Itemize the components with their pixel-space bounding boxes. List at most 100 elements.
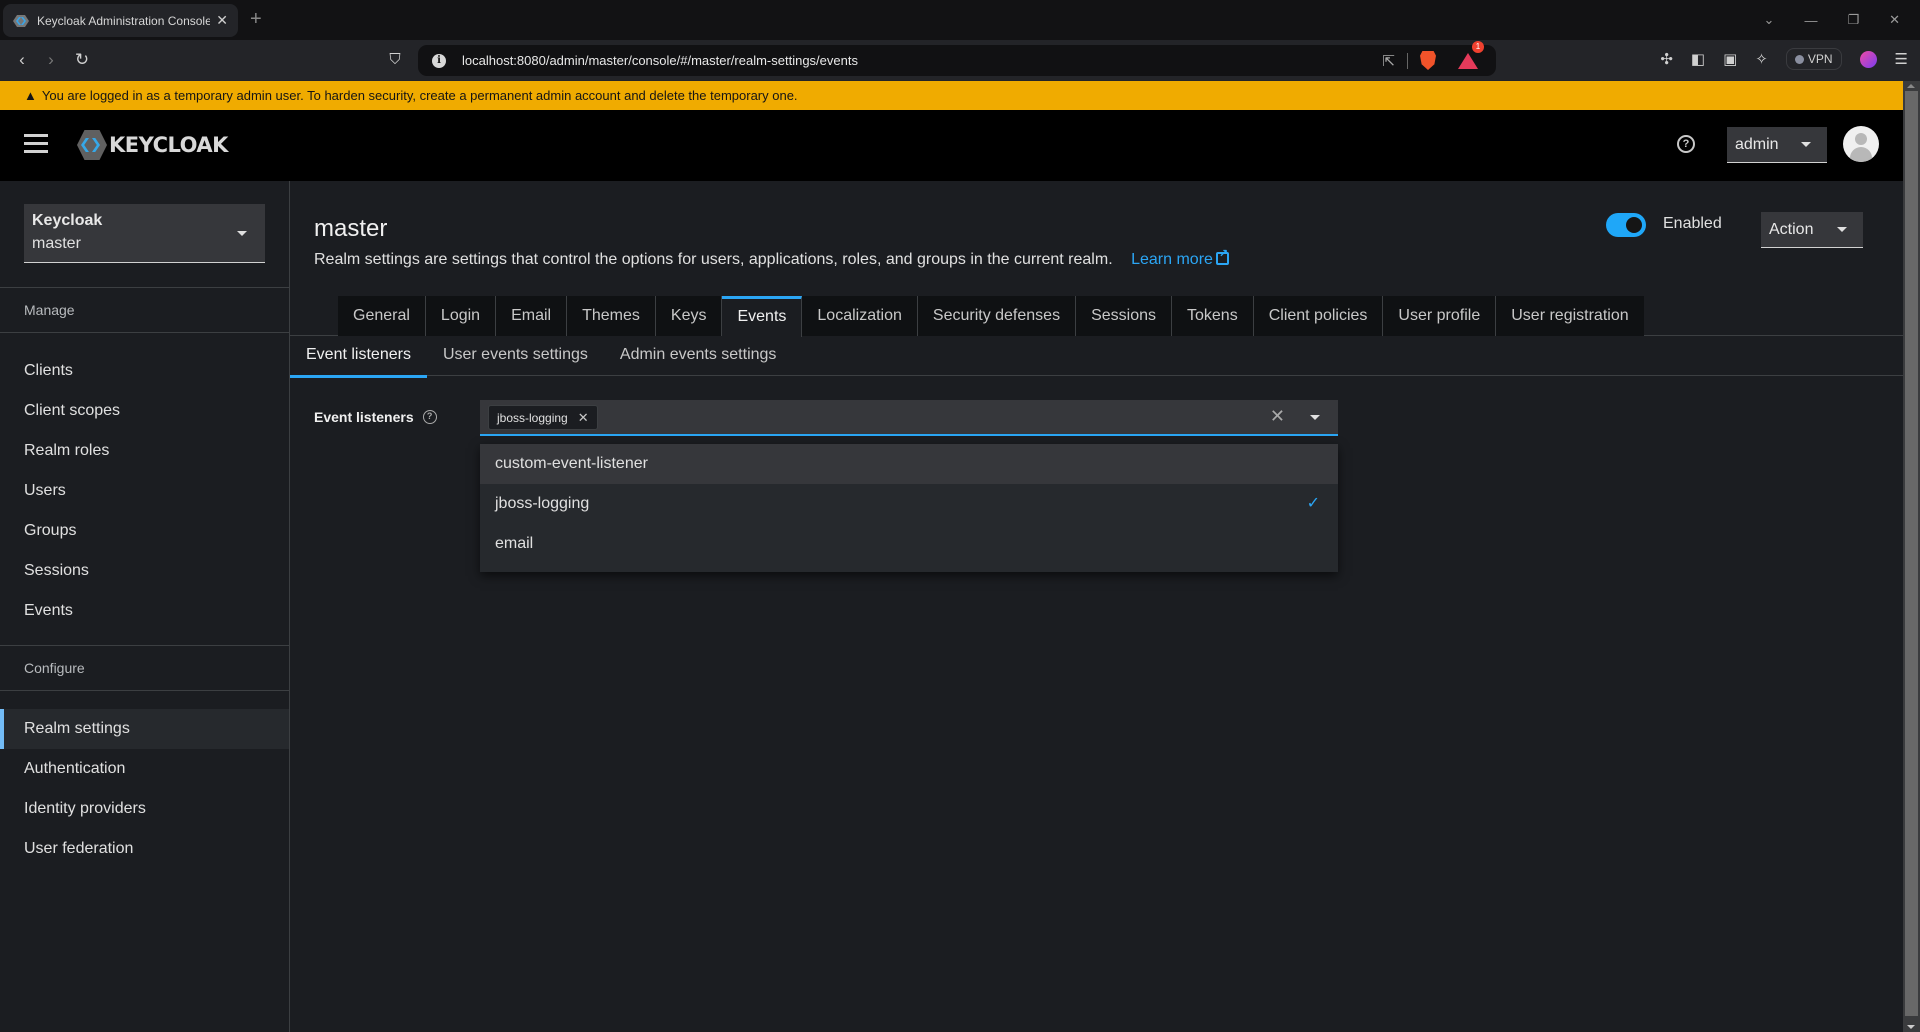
toggle-knob <box>1626 217 1642 233</box>
chevron-down-icon[interactable]: ⌄ <box>1764 12 1775 28</box>
sidebar: Keycloak master Manage Clients Client sc… <box>0 181 290 1032</box>
sidebar-item-groups[interactable]: Groups <box>0 511 289 551</box>
forward-icon[interactable]: › <box>39 48 63 72</box>
profile-icon[interactable] <box>1859 50 1877 68</box>
tab-localization[interactable]: Localization <box>802 296 918 336</box>
tab-themes[interactable]: Themes <box>567 296 656 336</box>
caret-down-icon <box>237 231 247 236</box>
page-title: master <box>314 215 388 242</box>
browser-tab[interactable]: Keycloak Administration Console ✕ <box>3 4 238 37</box>
sidebar-item-user-federation[interactable]: User federation <box>0 829 289 869</box>
brave-shields-icon[interactable] <box>1420 51 1436 70</box>
page-scrollbar[interactable] <box>1903 81 1920 1032</box>
caret-down-icon <box>1837 227 1848 232</box>
tab-tokens[interactable]: Tokens <box>1172 296 1254 336</box>
hamburger-menu-icon[interactable] <box>24 134 48 154</box>
rewards-badge: 1 <box>1472 40 1484 53</box>
remove-chip-icon[interactable]: ✕ <box>578 410 589 426</box>
browser-tab-strip: Keycloak Administration Console ✕ + ⌄ — … <box>0 0 1920 40</box>
description-text: Realm settings are settings that control… <box>314 251 1113 268</box>
event-listeners-options-menu: custom-event-listener jboss-logging ✓ em… <box>480 444 1338 572</box>
tab-sessions[interactable]: Sessions <box>1076 296 1172 336</box>
help-icon[interactable]: ? <box>422 410 437 424</box>
option-custom-event-listener[interactable]: custom-event-listener <box>480 444 1338 484</box>
vpn-status-icon <box>1794 54 1804 64</box>
leo-ai-icon[interactable]: ✧ <box>1755 50 1768 68</box>
tab-user-registration[interactable]: User registration <box>1496 296 1644 336</box>
share-icon[interactable]: ⇱ <box>1382 52 1395 70</box>
plus-icon[interactable]: + <box>250 8 262 31</box>
warning-triangle-icon: ▲ <box>24 88 37 103</box>
tab-user-profile[interactable]: User profile <box>1383 296 1497 336</box>
keycloak-favicon-icon <box>13 14 29 27</box>
tab-email[interactable]: Email <box>496 296 568 336</box>
nav-section-manage: Manage <box>0 287 289 333</box>
sidebar-item-clients[interactable]: Clients <box>0 351 289 391</box>
events-subtabs: Event listeners User events settings Adm… <box>290 336 793 378</box>
action-dropdown[interactable]: Action <box>1761 212 1863 248</box>
realm-enabled-toggle[interactable] <box>1606 213 1646 237</box>
wallet-icon[interactable]: ▣ <box>1723 50 1737 68</box>
avatar[interactable] <box>1843 126 1879 162</box>
subtab-event-listeners[interactable]: Event listeners <box>290 336 427 378</box>
close-window-icon[interactable]: ✕ <box>1889 12 1900 28</box>
site-info-icon[interactable]: i <box>432 53 446 68</box>
event-listeners-label-text: Event listeners <box>314 409 414 425</box>
subtab-user-events-settings[interactable]: User events settings <box>427 336 604 376</box>
tab-security-defenses[interactable]: Security defenses <box>917 296 1077 336</box>
browser-tab-title: Keycloak Administration Console <box>37 13 211 28</box>
banner-text: You are logged in as a temporary admin u… <box>41 88 798 103</box>
sidebar-item-realm-settings[interactable]: Realm settings <box>0 709 289 749</box>
scroll-up-icon[interactable] <box>1907 84 1915 88</box>
logo-text: KEYCLOAK <box>109 133 228 157</box>
option-label: jboss-logging <box>495 495 590 512</box>
sidebar-item-users[interactable]: Users <box>0 471 289 511</box>
help-icon[interactable]: ? <box>1677 135 1695 153</box>
tab-client-policies[interactable]: Client policies <box>1253 296 1384 336</box>
sidebar-item-client-scopes[interactable]: Client scopes <box>0 391 289 431</box>
restore-icon[interactable]: ❐ <box>1847 12 1859 28</box>
bookmark-icon[interactable]: ⛉ <box>383 48 407 72</box>
tab-events[interactable]: Events <box>722 296 803 337</box>
temporary-admin-warning-banner: ▲ You are logged in as a temporary admin… <box>0 81 1903 110</box>
extensions-icon[interactable]: ✣ <box>1660 50 1673 68</box>
minimize-icon[interactable]: — <box>1804 13 1817 28</box>
menu-icon[interactable]: ☰ <box>1895 50 1908 68</box>
close-tab-icon[interactable]: ✕ <box>216 12 228 29</box>
caret-down-icon[interactable] <box>1310 415 1320 420</box>
sidebar-item-realm-roles[interactable]: Realm roles <box>0 431 289 471</box>
sidebar-toggle-icon[interactable]: ◧ <box>1691 50 1705 68</box>
tab-general[interactable]: General <box>338 296 426 336</box>
brave-rewards-icon[interactable]: 1 <box>1458 40 1484 69</box>
scrollbar-thumb[interactable] <box>1905 91 1918 1016</box>
nav-section-configure: Configure <box>0 645 289 691</box>
reload-icon[interactable]: ↻ <box>70 48 94 72</box>
tab-login[interactable]: Login <box>425 296 497 336</box>
sidebar-item-authentication[interactable]: Authentication <box>0 749 289 789</box>
sidebar-item-identity-providers[interactable]: Identity providers <box>0 789 289 829</box>
address-bar[interactable]: i localhost:8080/admin/master/console/#/… <box>418 40 1496 76</box>
user-label: admin <box>1735 135 1779 153</box>
user-dropdown[interactable]: admin <box>1727 127 1827 163</box>
scroll-down-icon[interactable] <box>1907 1025 1915 1029</box>
option-email[interactable]: email <box>480 524 1338 564</box>
keycloak-logo[interactable]: KEYCLOAK <box>77 130 228 160</box>
vpn-button[interactable]: VPN <box>1785 48 1842 70</box>
tab-keys[interactable]: Keys <box>655 296 723 336</box>
event-listeners-label: Event listeners ? <box>314 409 437 425</box>
masthead: KEYCLOAK ? admin <box>0 110 1903 181</box>
subtab-admin-events-settings[interactable]: Admin events settings <box>604 336 793 376</box>
url-text[interactable]: localhost:8080/admin/master/console/#/ma… <box>462 53 1382 68</box>
learn-more-link[interactable]: Learn more <box>1131 247 1229 268</box>
realm-selector[interactable]: Keycloak master <box>24 204 265 263</box>
clear-selection-icon[interactable]: ✕ <box>1270 406 1285 427</box>
event-listeners-select[interactable]: jboss-logging ✕ ✕ <box>480 400 1338 436</box>
sidebar-item-sessions[interactable]: Sessions <box>0 551 289 591</box>
window-controls: ⌄ — ❐ ✕ <box>1764 0 1920 40</box>
caret-down-icon <box>1800 142 1811 147</box>
learn-more-label: Learn more <box>1131 251 1213 268</box>
external-link-icon <box>1215 247 1229 265</box>
option-jboss-logging[interactable]: jboss-logging ✓ <box>480 484 1338 524</box>
sidebar-item-events[interactable]: Events <box>0 591 289 631</box>
back-icon[interactable]: ‹ <box>10 48 34 72</box>
